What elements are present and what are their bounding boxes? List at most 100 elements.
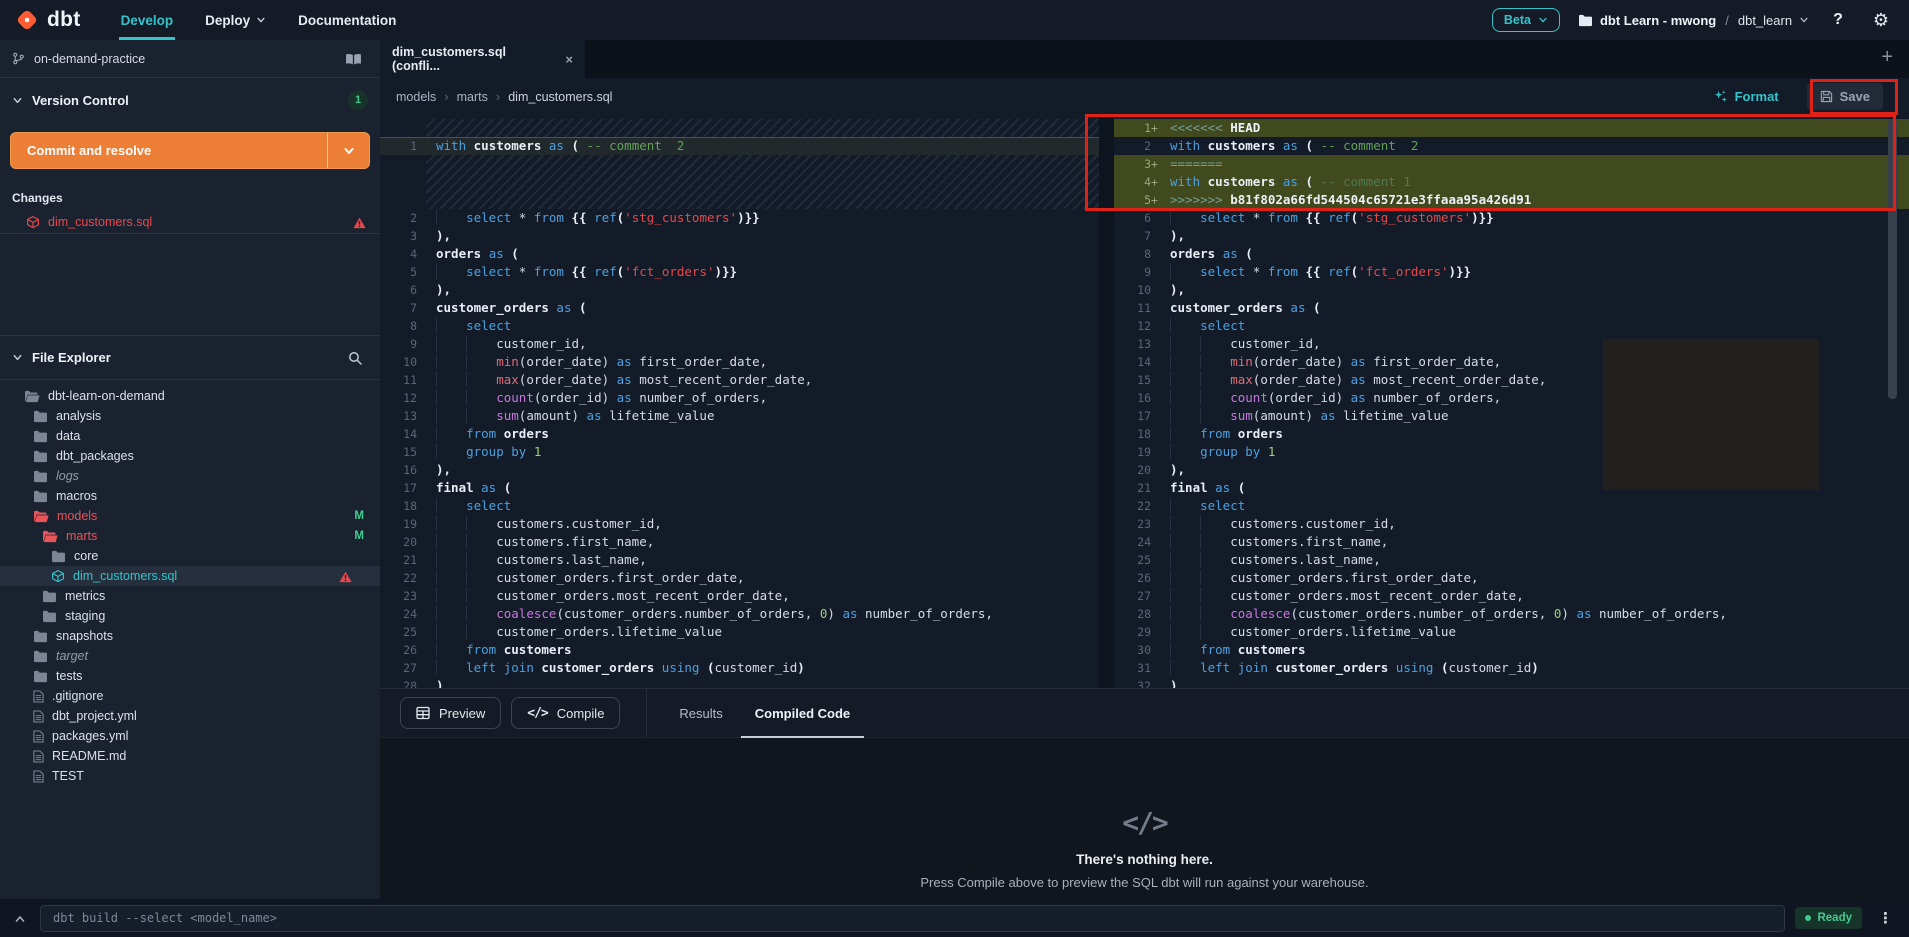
nav-item-develop[interactable]: Develop — [105, 0, 190, 40]
code-line[interactable]: 13 sum(amount) as lifetime_value — [380, 407, 1099, 425]
code-line[interactable]: 12 count(order_id) as number_of_orders, — [380, 389, 1099, 407]
code-line[interactable]: 17final as ( — [380, 479, 1099, 497]
code-line[interactable]: 22 customer_orders.first_order_date, — [380, 569, 1099, 587]
code-line[interactable]: 24 coalesce(customer_orders.number_of_or… — [380, 605, 1099, 623]
code-line[interactable]: 7customer_orders as ( — [380, 299, 1099, 317]
tree-item-metrics[interactable]: metrics — [0, 586, 380, 606]
tree-item-readme-md[interactable]: README.md — [0, 746, 380, 766]
tree-item-dbt-project-yml[interactable]: dbt_project.yml — [0, 706, 380, 726]
code-line[interactable]: 6), — [380, 281, 1099, 299]
nav-item-deploy[interactable]: Deploy — [189, 0, 282, 40]
kebab-menu-icon[interactable]: ⋮ — [1872, 908, 1899, 928]
code-line[interactable]: 3+======= — [1114, 155, 1909, 173]
tree-item-test[interactable]: TEST — [0, 766, 380, 786]
editor-pane-current[interactable]: 1with customers as ( -- comment 2 2 selec… — [380, 115, 1099, 688]
code-line[interactable]: 26 from customers — [380, 641, 1099, 659]
help-button[interactable]: ? — [1827, 10, 1849, 30]
code-line[interactable]: 25 customers.last_name, — [1114, 551, 1909, 569]
code-line[interactable]: 5+>>>>>>> b81f802a66fd544504c65721e3ffaa… — [1114, 191, 1909, 209]
code-line[interactable]: 27 customer_orders.most_recent_order_dat… — [1114, 587, 1909, 605]
code-line[interactable]: 9 customer_id, — [380, 335, 1099, 353]
tree-item-analysis[interactable]: analysis — [0, 406, 380, 426]
tree-item-logs[interactable]: logs — [0, 466, 380, 486]
breadcrumb-marts[interactable]: marts — [457, 90, 488, 104]
code-line[interactable]: 11 max(order_date) as most_recent_order_… — [380, 371, 1099, 389]
tab-results[interactable]: Results — [663, 689, 738, 737]
code-line[interactable]: 30 from customers — [1114, 641, 1909, 659]
docs-book-icon[interactable] — [339, 50, 368, 67]
scrollbar-thumb[interactable] — [1888, 119, 1897, 399]
commit-button-label[interactable]: Commit and resolve — [11, 133, 327, 168]
tab-dim-customers[interactable]: dim_customers.sql (confli... × — [380, 40, 585, 78]
code-line[interactable]: 10 min(order_date) as first_order_date, — [380, 353, 1099, 371]
code-line[interactable]: 26 customer_orders.first_order_date, — [1114, 569, 1909, 587]
code-line[interactable]: 9 select * from {{ ref('fct_orders')}} — [1114, 263, 1909, 281]
code-line[interactable]: 6 select * from {{ ref('stg_customers')}… — [1114, 209, 1909, 227]
code-line[interactable]: 24 customers.first_name, — [1114, 533, 1909, 551]
tree-item-dbt-learn-on-demand[interactable]: dbt-learn-on-demand — [0, 386, 380, 406]
code-line[interactable]: 14 from orders — [380, 425, 1099, 443]
code-line[interactable]: 5 select * from {{ ref('fct_orders')}} — [380, 263, 1099, 281]
chevron-up-icon[interactable] — [10, 911, 30, 926]
code-line[interactable]: 29 customer_orders.lifetime_value — [1114, 623, 1909, 641]
search-icon[interactable] — [342, 349, 368, 366]
tab-compiled-code[interactable]: Compiled Code — [739, 689, 866, 737]
code-line[interactable]: 4orders as ( — [380, 245, 1099, 263]
close-icon[interactable]: × — [565, 52, 573, 67]
tree-item-gitignore[interactable]: .gitignore — [0, 686, 380, 706]
code-line[interactable]: 19 customers.customer_id, — [380, 515, 1099, 533]
code-line[interactable]: 22 select — [1114, 497, 1909, 515]
changed-file-dim-customers-sql[interactable]: dim_customers.sql — [0, 211, 380, 233]
tree-item-snapshots[interactable]: snapshots — [0, 626, 380, 646]
command-input[interactable] — [40, 905, 1785, 932]
code-line[interactable]: 4+with customers as ( -- comment 1 — [1114, 173, 1909, 191]
breadcrumb-models[interactable]: models — [396, 90, 436, 104]
code-line[interactable]: 11customer_orders as ( — [1114, 299, 1909, 317]
code-line[interactable]: 1+<<<<<<< HEAD — [1114, 119, 1909, 137]
code-line[interactable]: 16), — [380, 461, 1099, 479]
version-control-header[interactable]: Version Control 1 — [0, 78, 380, 122]
code-line[interactable]: 28 coalesce(customer_orders.number_of_or… — [1114, 605, 1909, 623]
breadcrumb-dim-customers-sql[interactable]: dim_customers.sql — [508, 90, 612, 104]
tree-item-models[interactable]: modelsM — [0, 506, 380, 526]
nav-item-documentation[interactable]: Documentation — [282, 0, 412, 40]
code-line[interactable]: 23 customers.customer_id, — [1114, 515, 1909, 533]
code-line[interactable]: 3), — [380, 227, 1099, 245]
file-explorer-header[interactable]: File Explorer — [0, 336, 380, 380]
code-line[interactable]: 32) — [1114, 677, 1909, 688]
code-line[interactable]: 31 left join customer_orders using (cust… — [1114, 659, 1909, 677]
tree-item-packages-yml[interactable]: packages.yml — [0, 726, 380, 746]
code-line[interactable]: 15 group by 1 — [380, 443, 1099, 461]
code-line[interactable]: 25 customer_orders.lifetime_value — [380, 623, 1099, 641]
code-line[interactable]: 28) — [380, 677, 1099, 688]
new-tab-button[interactable]: + — [1875, 45, 1899, 70]
settings-gear-icon[interactable]: ⚙ — [1867, 9, 1895, 32]
code-line[interactable]: 8 select — [380, 317, 1099, 335]
save-button[interactable]: Save — [1807, 83, 1883, 110]
tree-item-dim-customers-sql[interactable]: dim_customers.sql — [0, 566, 380, 586]
tree-item-tests[interactable]: tests — [0, 666, 380, 686]
code-line[interactable]: 2with customers as ( -- comment 2 — [1114, 137, 1909, 155]
code-line[interactable]: 2 select * from {{ ref('stg_customers')}… — [380, 209, 1099, 227]
commit-dropdown-caret[interactable] — [327, 133, 369, 168]
dbt-logo[interactable]: dbt — [14, 7, 81, 33]
tree-item-marts[interactable]: martsM — [0, 526, 380, 546]
code-line[interactable]: 8orders as ( — [1114, 245, 1909, 263]
compile-button[interactable]: </> Compile — [511, 697, 620, 729]
code-line[interactable]: 7), — [1114, 227, 1909, 245]
tree-item-data[interactable]: data — [0, 426, 380, 446]
code-line[interactable]: 21 customers.last_name, — [380, 551, 1099, 569]
tree-item-target[interactable]: target — [0, 646, 380, 666]
code-line[interactable]: 18 select — [380, 497, 1099, 515]
commit-and-resolve-button[interactable]: Commit and resolve — [10, 132, 370, 169]
code-line[interactable]: 1with customers as ( -- comment 2 — [380, 137, 1099, 155]
format-button[interactable]: Format — [1707, 88, 1785, 105]
code-line[interactable]: 12 select — [1114, 317, 1909, 335]
beta-dropdown[interactable]: Beta — [1492, 8, 1560, 32]
tree-item-core[interactable]: core — [0, 546, 380, 566]
tree-item-dbt-packages[interactable]: dbt_packages — [0, 446, 380, 466]
code-line[interactable]: 27 left join customer_orders using (cust… — [380, 659, 1099, 677]
preview-button[interactable]: Preview — [400, 697, 501, 729]
code-line[interactable]: 20 customers.first_name, — [380, 533, 1099, 551]
code-line[interactable]: 10), — [1114, 281, 1909, 299]
